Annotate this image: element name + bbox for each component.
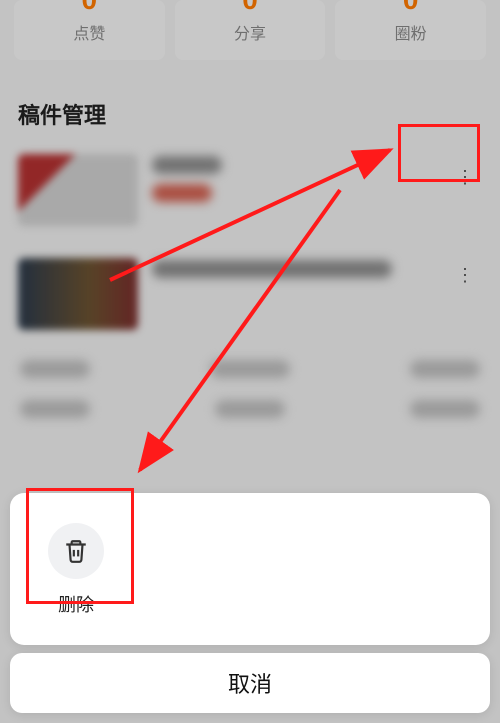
stat-value: 0 (185, 0, 316, 10)
draft-thumbnail (18, 154, 138, 226)
stat-card-share[interactable]: 0 分享 (175, 0, 326, 60)
cancel-button[interactable]: 取消 (10, 653, 490, 713)
draft-more-button[interactable]: ⋮ (450, 260, 480, 290)
stat-card-fans[interactable]: 0 圈粉 (335, 0, 486, 60)
stat-value: 0 (345, 0, 476, 10)
draft-text (152, 154, 482, 202)
draft-title (152, 260, 392, 278)
stat-label-fans: 圈粉 (345, 20, 476, 44)
section-title-drafts: 稿件管理 (0, 74, 500, 144)
draft-more-button[interactable]: ⋮ (450, 162, 480, 192)
trash-icon (48, 523, 104, 579)
draft-item[interactable]: ⋮ (0, 144, 500, 246)
stat-value: 0 (24, 0, 155, 10)
delete-button[interactable]: 删除 (30, 517, 122, 623)
draft-title (152, 156, 222, 174)
draft-status (152, 184, 212, 202)
stat-card-like[interactable]: 0 点赞 (14, 0, 165, 60)
delete-label: 删除 (58, 591, 94, 617)
draft-item[interactable]: ⋮ (0, 246, 500, 350)
cancel-label: 取消 (228, 667, 272, 699)
more-vert-icon: ⋮ (456, 168, 474, 186)
stat-label-like: 点赞 (24, 20, 155, 44)
stat-label-share: 分享 (185, 20, 316, 44)
more-vert-icon: ⋮ (456, 266, 474, 284)
stats-row: 0 点赞 0 分享 0 圈粉 (0, 0, 500, 74)
summary-section (0, 350, 500, 470)
draft-thumbnail (18, 258, 138, 330)
draft-text (152, 258, 482, 278)
action-sheet: 删除 (10, 493, 490, 645)
